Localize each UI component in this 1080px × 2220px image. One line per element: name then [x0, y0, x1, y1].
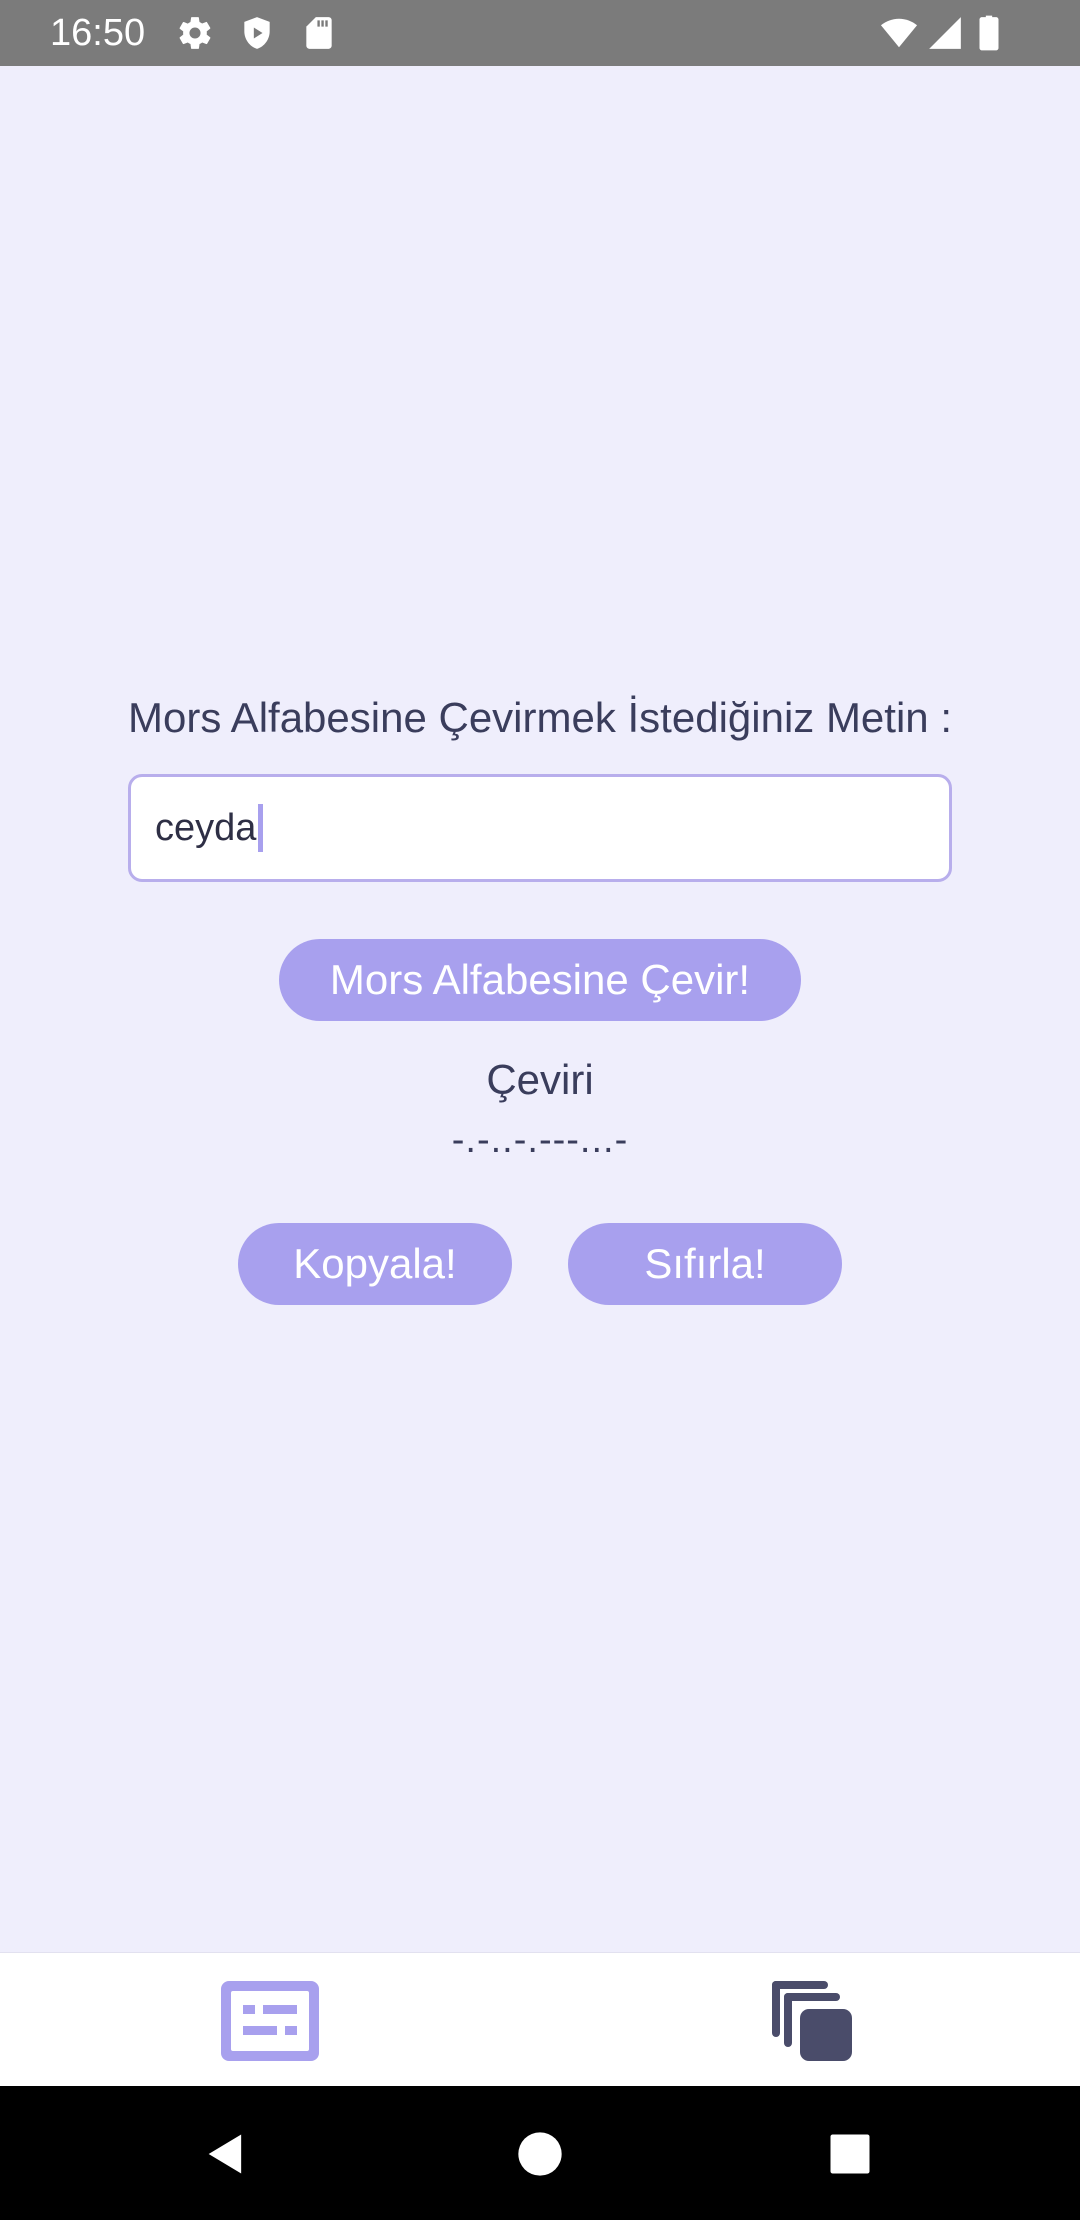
reset-button[interactable]: Sıfırla!: [568, 1223, 842, 1305]
input-prompt-label: Mors Alfabesine Çevirmek İstediğiniz Met…: [128, 694, 952, 741]
app-screen: 16:50 Mors Alfabesine Çevirmek İstediğin…: [0, 0, 1080, 2220]
copies-icon: [772, 1981, 852, 2061]
status-bar: 16:50: [0, 0, 1080, 66]
cell-signal-icon: [926, 14, 964, 52]
result-title: Çeviri: [486, 1056, 594, 1103]
bottom-navigation: [0, 1952, 1080, 2087]
sd-card-icon: [300, 14, 338, 52]
nav-translate-tab[interactable]: [215, 1971, 325, 2071]
shield-icon: [238, 14, 276, 52]
battery-icon: [974, 14, 1004, 52]
text-input-field[interactable]: ceyda: [128, 774, 952, 882]
nav-copies-tab[interactable]: [758, 1971, 868, 2071]
recents-icon[interactable]: [824, 2128, 876, 2180]
home-icon[interactable]: [514, 2128, 566, 2180]
morse-result-text: -.-..-.---...-: [451, 1119, 629, 1161]
text-input-value: ceyda: [155, 807, 257, 849]
copy-button[interactable]: Kopyala!: [238, 1223, 512, 1305]
system-navigation-bar: [0, 2086, 1080, 2220]
back-icon[interactable]: [200, 2128, 252, 2180]
wifi-icon: [880, 14, 918, 52]
convert-to-morse-button[interactable]: Mors Alfabesine Çevir!: [279, 939, 801, 1021]
status-time: 16:50: [50, 12, 146, 54]
translate-card-icon: [221, 1981, 319, 2061]
settings-icon: [176, 14, 214, 52]
text-cursor: [258, 804, 264, 852]
